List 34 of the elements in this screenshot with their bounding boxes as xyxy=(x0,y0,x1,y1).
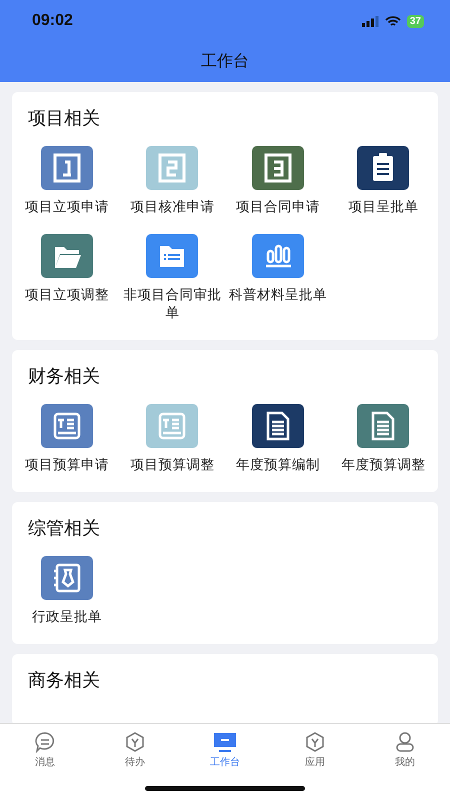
nav-tab[interactable]: 我的 xyxy=(360,724,450,776)
person-icon xyxy=(394,731,416,753)
app-label[interactable]: 项目预算申请 xyxy=(24,456,109,474)
wifi-icon xyxy=(384,16,401,26)
app-label[interactable]: 行政呈批单 xyxy=(32,608,102,626)
nav-tab[interactable]: 消息 xyxy=(0,724,90,776)
app-icon[interactable] xyxy=(357,146,410,190)
app-label[interactable]: 项目合同申请 xyxy=(236,198,320,216)
app-label[interactable]: 年度预算编制 xyxy=(236,456,320,474)
section-title: 财务相关 xyxy=(27,365,101,388)
app-label[interactable]: 项目立项调整 xyxy=(24,286,109,304)
app-label[interactable]: 项目呈批单 xyxy=(348,198,418,216)
app-icon[interactable] xyxy=(252,404,304,448)
page-title: 工作台 xyxy=(201,50,249,72)
section-title: 商务相关 xyxy=(27,669,101,692)
app-label[interactable]: 年度预算调整 xyxy=(341,456,426,474)
app-label[interactable]: 项目预算调整 xyxy=(130,456,214,474)
section-title: 综管相关 xyxy=(27,517,101,540)
nav-tab[interactable]: 工作台 xyxy=(180,724,270,776)
app-label[interactable]: 科普材料呈批单 xyxy=(228,286,327,304)
app-label[interactable]: 项目核准申请 xyxy=(130,198,214,216)
monitor-icon xyxy=(213,731,237,753)
section-title: 项目相关 xyxy=(27,107,101,130)
nav-tab[interactable]: 应用 xyxy=(270,724,360,776)
signal-icon xyxy=(362,16,379,26)
battery-level: 37 xyxy=(406,14,424,28)
app-label[interactable]: 项目立项申请 xyxy=(24,198,109,216)
app-icon[interactable] xyxy=(252,146,304,190)
hexagon-icon xyxy=(304,731,326,753)
app-label[interactable]: 非项目合同审批单 xyxy=(120,286,225,322)
status-time: 09:02 xyxy=(32,12,73,30)
chat-icon xyxy=(34,731,56,753)
nav-tab[interactable]: 待办 xyxy=(90,724,180,776)
hexagon-icon xyxy=(124,731,146,753)
